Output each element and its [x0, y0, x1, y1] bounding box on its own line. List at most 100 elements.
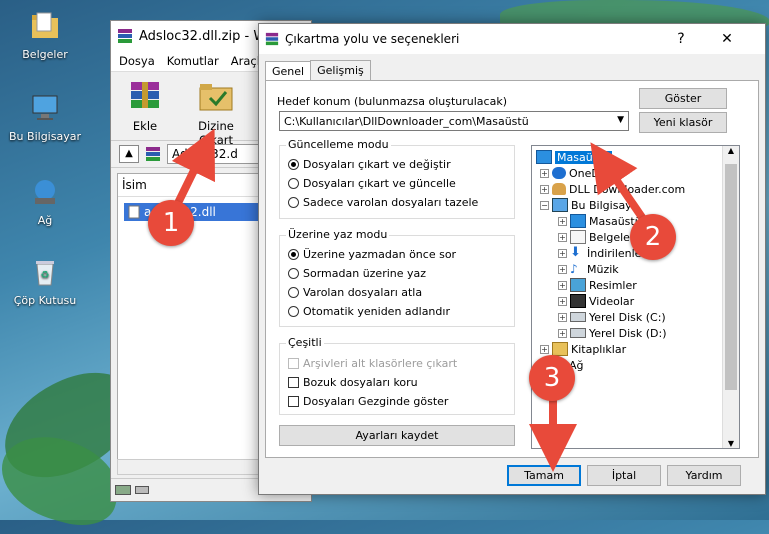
desktop-icon — [570, 214, 586, 228]
update-mode-option[interactable]: Dosyaları çıkart ve güncelle — [288, 177, 456, 190]
tree-item-desktop-sub[interactable]: + Masaüstü — [558, 213, 642, 229]
tab-general[interactable]: Genel — [265, 61, 312, 82]
checkbox[interactable] — [288, 377, 299, 388]
tree-item-videos[interactable]: + Videolar — [558, 293, 634, 309]
tree-item-disk-d[interactable]: + Yerel Disk (D:) — [558, 325, 667, 341]
close-button[interactable]: ✕ — [705, 24, 749, 54]
computer-icon — [552, 198, 568, 212]
ok-button[interactable]: Tamam — [507, 465, 581, 486]
expand-icon[interactable]: + — [540, 168, 549, 178]
help-button[interactable]: Yardım — [667, 465, 741, 486]
tree-item-pictures[interactable]: + Resimler — [558, 277, 637, 293]
desktop-icon-label: Bu Bilgisayar — [9, 130, 81, 143]
dialog-title: Çıkartma yolu ve seçenekleri — [285, 32, 460, 46]
desktop-icon — [536, 150, 552, 164]
save-settings-button[interactable]: Ayarları kaydet — [279, 425, 515, 446]
chevron-down-icon[interactable]: ▼ — [617, 115, 624, 125]
option-label: Dosyaları Gezginde göster — [303, 395, 449, 408]
radio-button[interactable] — [288, 249, 299, 260]
overwrite-mode-option[interactable]: Otomatik yeniden adlandır — [288, 305, 450, 318]
cancel-button[interactable]: İptal — [587, 465, 661, 486]
checkbox — [288, 358, 299, 369]
new-folder-button[interactable]: Yeni klasör — [639, 112, 727, 133]
documents-icon — [570, 230, 586, 244]
expand-icon[interactable]: + — [558, 264, 567, 274]
checkbox[interactable] — [288, 396, 299, 407]
tree-item-onedrive[interactable]: + OneD — [540, 165, 600, 181]
tree-item-desktop[interactable]: Masaüstü — [536, 149, 612, 165]
expand-icon[interactable]: + — [540, 344, 549, 354]
up-folder-button[interactable]: ▲ — [119, 145, 139, 163]
general-panel: Hedef konum (bulunmazsa oluşturulacak) C… — [265, 80, 759, 458]
misc-option[interactable]: Dosyaları Gezginde göster — [288, 395, 448, 408]
expand-icon[interactable]: + — [558, 328, 567, 338]
user-icon — [552, 183, 566, 195]
tree-item-label: OneD — [569, 166, 600, 180]
radio-button[interactable] — [288, 306, 299, 317]
tab-advanced[interactable]: Gelişmiş — [310, 60, 371, 81]
tree-item-documents[interactable]: + Belgeler — [558, 229, 634, 245]
desktop-icon-this-pc[interactable]: Bu Bilgisayar — [8, 92, 82, 143]
collapse-icon[interactable]: − — [540, 200, 549, 210]
desktop-icon-network[interactable]: Ağ — [8, 176, 82, 227]
help-title-button[interactable]: ? — [659, 24, 703, 54]
tree-vscrollbar[interactable]: ▲ ▼ — [722, 146, 739, 448]
menu-file[interactable]: Dosya — [119, 54, 155, 68]
option-label: Otomatik yeniden adlandır — [303, 305, 450, 318]
overwrite-mode-option[interactable]: Sormadan üzerine yaz — [288, 267, 426, 280]
misc-option[interactable]: Bozuk dosyaları koru — [288, 376, 418, 389]
add-button-label: Ekle — [132, 119, 158, 133]
update-mode-option[interactable]: Sadece varolan dosyaları tazele — [288, 196, 478, 209]
misc-option-disabled: Arşivleri alt klasörlere çıkart — [288, 357, 457, 370]
extract-to-button[interactable]: Dizine Çıkart — [181, 80, 251, 147]
expand-icon[interactable]: + — [558, 232, 567, 242]
tree-item-label: Belgeler — [589, 230, 635, 244]
svg-text:♻: ♻ — [41, 270, 50, 281]
radio-button[interactable] — [288, 197, 299, 208]
step-badge-3: 3 — [529, 355, 575, 401]
desktop-icon-label: Belgeler — [22, 48, 68, 61]
option-label: Sormadan üzerine yaz — [303, 267, 427, 280]
radio-button[interactable] — [288, 159, 299, 170]
misc-title: Çeşitli — [286, 336, 324, 349]
scroll-down-icon[interactable]: ▼ — [723, 439, 739, 448]
tree-item-this-pc[interactable]: − Bu Bilgisaya — [540, 197, 638, 213]
expand-icon[interactable]: + — [540, 184, 549, 194]
winrar-title: Adsloc32.dll.zip - W — [139, 28, 267, 44]
add-button[interactable]: Ekle — [117, 80, 173, 133]
winrar-icon — [118, 29, 132, 43]
radio-button[interactable] — [288, 268, 299, 279]
expand-icon[interactable]: + — [558, 296, 567, 306]
key-icon — [135, 486, 149, 494]
music-icon: ♪ — [570, 262, 578, 276]
overwrite-mode-group: Üzerine yaz modu Üzerine yazmadan önce s… — [279, 228, 515, 327]
destination-path-value: C:\Kullanıcılar\DllDownloader_com\Masaüs… — [284, 114, 529, 128]
dialog-titlebar[interactable]: Çıkartma yolu ve seçenekleri ? ✕ — [259, 24, 765, 54]
scroll-thumb[interactable] — [725, 164, 737, 390]
radio-button[interactable] — [288, 287, 299, 298]
overwrite-mode-option[interactable]: Varolan dosyaları atla — [288, 286, 422, 299]
destination-path-combo[interactable]: C:\Kullanıcılar\DllDownloader_com\Masaüs… — [279, 111, 629, 131]
show-button[interactable]: Göster — [639, 88, 727, 109]
option-label: Arşivleri alt klasörlere çıkart — [303, 357, 458, 370]
overwrite-mode-option[interactable]: Üzerine yazmadan önce sor — [288, 248, 456, 261]
option-label: Sadece varolan dosyaları tazele — [303, 196, 479, 209]
menu-commands[interactable]: Komutlar — [167, 54, 219, 68]
update-mode-option[interactable]: Dosyaları çıkart ve değiştir — [288, 158, 451, 171]
computer-icon — [32, 95, 58, 120]
desktop-icon-label: Çöp Kutusu — [13, 294, 77, 307]
expand-icon[interactable]: + — [558, 248, 567, 258]
radio-button[interactable] — [288, 178, 299, 189]
scroll-up-icon[interactable]: ▲ — [723, 146, 739, 155]
folder-tree: Masaüstü + OneD + DLL Downloader.com − B… — [531, 145, 740, 449]
tree-item-user[interactable]: + DLL Downloader.com — [540, 181, 685, 197]
extract-folder-icon — [199, 84, 233, 111]
tree-item-disk-c[interactable]: + Yerel Disk (C:) — [558, 309, 666, 325]
tree-item-music[interactable]: + ♪ Müzik — [558, 261, 619, 277]
option-label: Bozuk dosyaları koru — [303, 376, 418, 389]
expand-icon[interactable]: + — [558, 280, 567, 290]
expand-icon[interactable]: + — [558, 216, 567, 226]
expand-icon[interactable]: + — [558, 312, 567, 322]
desktop-icon-documents[interactable]: Belgeler — [8, 10, 82, 61]
desktop-icon-recycle-bin[interactable]: ♻ Çöp Kutusu — [8, 256, 82, 307]
